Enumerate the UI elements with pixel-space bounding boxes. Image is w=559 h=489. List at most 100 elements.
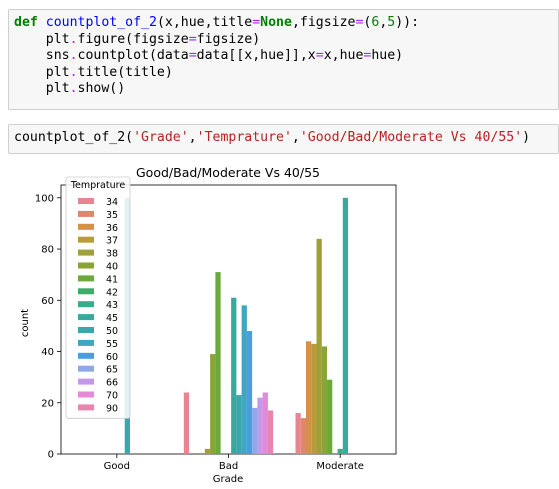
legend-label: 90 [106, 403, 118, 414]
bar [246, 331, 253, 454]
legend-swatch [78, 223, 94, 230]
legend-label: 35 [106, 210, 118, 221]
cell1-token: (x,hue,title [156, 15, 253, 30]
cell1-token: ,figsize [291, 15, 356, 30]
legend-label: 36 [106, 223, 118, 234]
legend-swatch [78, 327, 94, 333]
cell2-token: 'Good/Bad/Moderate Vs 40/55' [299, 130, 523, 145]
cell1-token: . [69, 48, 78, 63]
legend-swatch [78, 352, 94, 359]
cell1-token: figure(figsize [77, 31, 189, 47]
cell2-token: 'Temprature' [196, 130, 292, 145]
cell1-token: = [252, 15, 261, 30]
x-axis-label: Grade [213, 474, 244, 485]
y-tick-label: 100 [35, 193, 54, 204]
cell1-token: . [69, 81, 78, 96]
bar [215, 272, 221, 454]
cell1-token: hue) [371, 48, 404, 63]
legend-swatch [78, 210, 94, 217]
y-tick-label: 40 [41, 347, 54, 358]
cell1-token: = [315, 48, 324, 63]
bar [337, 448, 343, 454]
y-tick-label: 20 [41, 398, 54, 409]
bar [204, 448, 211, 454]
legend-label: 37 [106, 236, 118, 247]
chart-title: Good/Bad/Moderate Vs 40/55 [136, 165, 320, 180]
legend-swatch [78, 249, 94, 256]
cell1-token: plt [14, 64, 70, 80]
code-cell-2[interactable]: countplot_of_2('Grade','Temprature','Goo… [8, 124, 559, 154]
bar [183, 392, 190, 454]
bar [295, 413, 301, 454]
cell1-token: . [69, 64, 78, 80]
bar [267, 410, 274, 454]
code-cell-1[interactable]: def countplot_of_2(x,hue,title=None,figs… [8, 9, 559, 110]
legend-swatch [78, 391, 94, 398]
y-axis-label: count [20, 309, 31, 337]
cell2-token: 'Grade' [133, 130, 189, 145]
cell1-token: title(title) [77, 64, 173, 80]
bar [257, 397, 263, 454]
cell1-token: plt [14, 31, 70, 47]
cell2-token: countplot_of_2( [14, 130, 134, 145]
legend-swatch [78, 288, 94, 295]
legend-box [65, 176, 131, 419]
bar [300, 418, 307, 454]
cell1-token: None [260, 15, 292, 30]
legend-label: 66 [106, 378, 118, 389]
countplot-chart: Good/Bad/Moderate Vs 40/55 0 20 40 60 80 100 G… [20, 165, 397, 485]
cell1-token: )): [395, 15, 420, 30]
cell1-token: . [69, 31, 78, 47]
bar [311, 343, 317, 454]
legend-swatch [78, 236, 94, 243]
bar [236, 395, 242, 454]
bar [342, 197, 349, 455]
cell2-token: , [188, 130, 197, 145]
cell1-token: def [14, 15, 38, 30]
bar [306, 341, 312, 454]
code-cell-2-source[interactable]: countplot_of_2('Grade','Temprature','Goo… [14, 130, 530, 147]
legend-label: 55 [106, 339, 118, 350]
cell1-token: sns [14, 48, 70, 63]
bar [241, 305, 247, 454]
x-tick-label: Moderate [316, 461, 364, 472]
y-tick-label: 80 [41, 245, 54, 256]
legend-swatch [78, 301, 94, 308]
cell1-token: countplot_of_2 [45, 15, 157, 30]
legend-label: 50 [106, 326, 118, 337]
legend-label: 65 [106, 365, 118, 376]
bar [321, 346, 328, 454]
legend-label: 70 [106, 391, 118, 402]
code-cell-1-source[interactable]: def countplot_of_2(x,hue,title=None,figs… [14, 15, 419, 98]
cell1-token: show() [77, 81, 126, 96]
x-tick-label: Bad [219, 461, 238, 472]
bar [210, 354, 216, 454]
legend-swatch [78, 339, 94, 346]
cell1-token [38, 15, 46, 30]
cell1-token: data[[x,hue]],x [196, 48, 316, 63]
bar [327, 379, 333, 454]
bar [231, 297, 237, 454]
cell1-token: = [188, 31, 197, 47]
legend-label: 38 [106, 249, 118, 260]
cell1-token: countplot(data [77, 48, 189, 63]
legend-swatch [78, 378, 94, 385]
legend-label: 60 [106, 352, 118, 363]
legend-swatch [78, 262, 94, 269]
legend-swatch [78, 314, 94, 321]
x-tick-label: Good [104, 461, 130, 472]
cell2-token: , [291, 130, 300, 145]
legend-label: 43 [106, 300, 118, 311]
cell1-token: figsize) [196, 31, 261, 47]
legend-label: 34 [106, 197, 118, 208]
y-tick-label: 0 [48, 450, 54, 461]
cell2-token: ) [522, 130, 531, 145]
y-tick-label: 60 [41, 296, 54, 307]
legend-title: Temprature [70, 180, 125, 191]
legend-swatch [78, 365, 94, 372]
bar [316, 238, 322, 454]
cell1-token: = [188, 48, 197, 63]
legend-label: 42 [106, 287, 118, 298]
legend-label: 41 [106, 274, 118, 285]
legend-swatch [78, 404, 94, 411]
